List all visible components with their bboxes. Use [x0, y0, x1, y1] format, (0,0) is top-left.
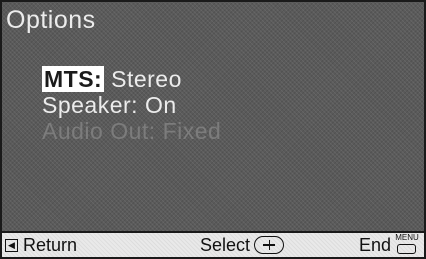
- menu-item-audio-out-value: Fixed: [162, 118, 222, 144]
- end-label: End: [358, 235, 391, 255]
- menu-key-label: MENU: [395, 233, 419, 242]
- menu-item-audio-out-label: Audio Out:: [42, 118, 156, 144]
- return-label: Return: [23, 235, 78, 255]
- joystick-icon: [254, 236, 285, 254]
- return-arrow-icon: ◀: [5, 238, 18, 252]
- return-button[interactable]: ◀ Return: [5, 233, 77, 257]
- end-button[interactable]: End MENU: [359, 233, 420, 257]
- menu-item-speaker[interactable]: Speaker: On: [42, 92, 221, 118]
- menu-item-speaker-value: On: [144, 92, 177, 118]
- menu-item-mts-label: MTS:: [42, 66, 105, 92]
- menu-item-mts-value: Stereo: [111, 66, 182, 92]
- options-screen: Options MTS: Stereo Speaker: On Audio Ou…: [0, 0, 426, 259]
- menu-item-audio-out: Audio Out: Fixed: [42, 118, 221, 144]
- select-label: Select: [200, 235, 251, 255]
- menu-item-mts[interactable]: MTS: Stereo: [42, 66, 221, 92]
- menu-button-icon: MENU: [394, 233, 420, 257]
- menu-item-speaker-label: Speaker:: [42, 92, 139, 118]
- footer-bar: ◀ Return Select End MENU: [2, 231, 424, 257]
- select-button[interactable]: Select: [200, 233, 285, 257]
- screen-title: Options: [6, 6, 96, 34]
- options-menu: MTS: Stereo Speaker: On Audio Out: Fixed: [42, 66, 221, 144]
